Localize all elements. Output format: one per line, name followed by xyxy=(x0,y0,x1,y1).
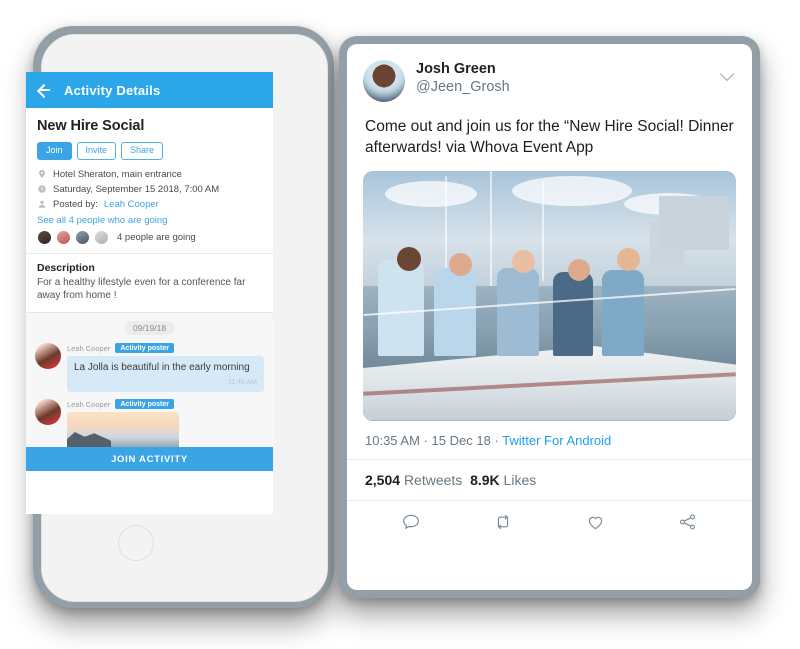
chat-timestamp: 11:40 AM xyxy=(227,378,257,386)
reply-icon xyxy=(403,514,420,530)
tweet-header: Josh Green @Jeen_Grosh xyxy=(347,44,752,102)
photo-person xyxy=(377,259,424,356)
chat-section: 09/19/18 Leah Cooper Activity poster La … xyxy=(26,313,273,472)
likes-label[interactable]: Likes xyxy=(504,472,537,488)
chevron-down-icon[interactable] xyxy=(720,66,736,82)
like-button[interactable] xyxy=(550,512,642,532)
tweet-sep-2: · xyxy=(494,432,499,448)
chat-date-separator: 09/19/18 xyxy=(123,321,176,336)
photo-person-head xyxy=(616,247,640,271)
description-body: For a healthy lifestyle even for a confe… xyxy=(37,276,246,302)
clock-icon xyxy=(38,185,46,194)
photo-person xyxy=(601,269,644,356)
photo-person-head xyxy=(448,252,472,276)
avatar xyxy=(37,229,52,245)
activity-detail-card: New Hire Social Join Invite Share Hotel … xyxy=(26,108,273,254)
description-section: Description For a healthy lifestyle even… xyxy=(26,253,273,314)
photo-person xyxy=(553,271,594,356)
location-row: Hotel Sheraton, main entrance xyxy=(37,169,262,180)
tweet-stats: 2,504 Retweets 8.9K Likes xyxy=(347,460,752,501)
datetime-text: Saturday, September 15 2018, 7:00 AM xyxy=(53,183,220,195)
tweet-source[interactable]: Twitter For Android xyxy=(502,433,611,448)
photo-mast xyxy=(542,180,545,281)
attendees-row: 4 people are going xyxy=(37,229,262,245)
photo-building xyxy=(649,220,684,265)
tweet-handle[interactable]: @Jeen_Grosh xyxy=(416,78,510,97)
share-button[interactable] xyxy=(642,512,734,532)
tweet-date: 15 Dec 18 xyxy=(431,432,491,448)
chat-bubble: La Jolla is beautiful in the early morni… xyxy=(67,356,264,393)
description-heading: Description xyxy=(37,261,95,274)
tweet-display-name: Josh Green xyxy=(416,61,496,77)
photo-person xyxy=(433,267,476,356)
avatar xyxy=(56,229,71,245)
photo-person-head xyxy=(568,258,591,281)
join-activity-button[interactable]: JOIN ACTIVITY xyxy=(26,447,273,472)
avatar xyxy=(35,399,61,426)
join-button[interactable]: Join xyxy=(37,142,72,160)
likes-count: 8.9K xyxy=(470,471,500,488)
photo-cloud xyxy=(385,180,478,207)
activity-poster-badge: Activity poster xyxy=(115,399,174,410)
retweet-button[interactable] xyxy=(457,512,549,532)
posted-by-name[interactable]: Leah Cooper xyxy=(104,199,159,210)
retweet-icon xyxy=(498,514,509,530)
avatar[interactable] xyxy=(363,60,405,102)
location-text: Hotel Sheraton, main entrance xyxy=(53,168,182,180)
app-bar: Activity Details xyxy=(26,72,273,108)
photo-person-head xyxy=(396,246,421,271)
chat-message-header: Leah Cooper Activity poster xyxy=(67,343,264,354)
avatar xyxy=(35,343,61,370)
person-icon xyxy=(38,201,46,209)
photo-cloud xyxy=(512,175,633,206)
phone-screen: Activity Details New Hire Social Join In… xyxy=(26,72,273,514)
phone-bottom-bezel xyxy=(42,549,327,601)
chat-bubble-text: La Jolla is beautiful in the early morni… xyxy=(74,362,250,374)
retweets-count: 2,504 xyxy=(365,471,401,488)
app-bar-title: Activity Details xyxy=(64,82,161,98)
chat-author-name: Leah Cooper xyxy=(67,399,111,409)
tweet-time: 10:35 AM xyxy=(365,432,420,448)
back-arrow-icon[interactable] xyxy=(36,82,52,98)
tweet-sep-1: · xyxy=(423,432,428,448)
see-all-attendees-link[interactable]: See all 4 people who are going xyxy=(37,215,262,226)
chat-message-header: Leah Cooper Activity poster xyxy=(67,399,264,410)
avatar xyxy=(94,229,109,245)
tweet-meta: 10:35 AM · 15 Dec 18 · Twitter For Andro… xyxy=(347,421,752,460)
chat-message: Leah Cooper Activity poster La Jolla is … xyxy=(35,343,264,393)
photo-mast xyxy=(489,170,492,286)
activity-action-buttons: Join Invite Share xyxy=(37,142,262,160)
share-button[interactable]: Share xyxy=(121,142,164,160)
invite-button[interactable]: Invite xyxy=(76,142,117,160)
reply-button[interactable] xyxy=(365,512,457,532)
like-icon xyxy=(588,516,603,530)
home-button[interactable] xyxy=(118,525,154,561)
share-icon xyxy=(680,514,696,530)
activity-title: New Hire Social xyxy=(37,118,145,134)
avatar xyxy=(75,229,90,245)
composition-root: Activity Details New Hire Social Join In… xyxy=(0,0,800,649)
tweet-photo[interactable] xyxy=(363,170,736,421)
datetime-row: Saturday, September 15 2018, 7:00 AM xyxy=(37,184,262,195)
posted-by-row: Posted by: Leah Cooper xyxy=(37,199,262,210)
tweet-text: Come out and join us for the “New Hire S… xyxy=(365,118,734,157)
tweet-card: Josh Green @Jeen_Grosh Come out and join… xyxy=(347,44,752,590)
tweet-action-bar xyxy=(347,501,752,545)
location-pin-icon xyxy=(39,170,45,179)
posted-by-label: Posted by: xyxy=(53,198,98,210)
activity-poster-badge: Activity poster xyxy=(115,343,174,354)
chat-author-name: Leah Cooper xyxy=(67,343,111,353)
photo-person xyxy=(497,267,540,356)
attendees-count-text: 4 people are going xyxy=(117,231,196,243)
retweets-label[interactable]: Retweets xyxy=(404,472,462,488)
